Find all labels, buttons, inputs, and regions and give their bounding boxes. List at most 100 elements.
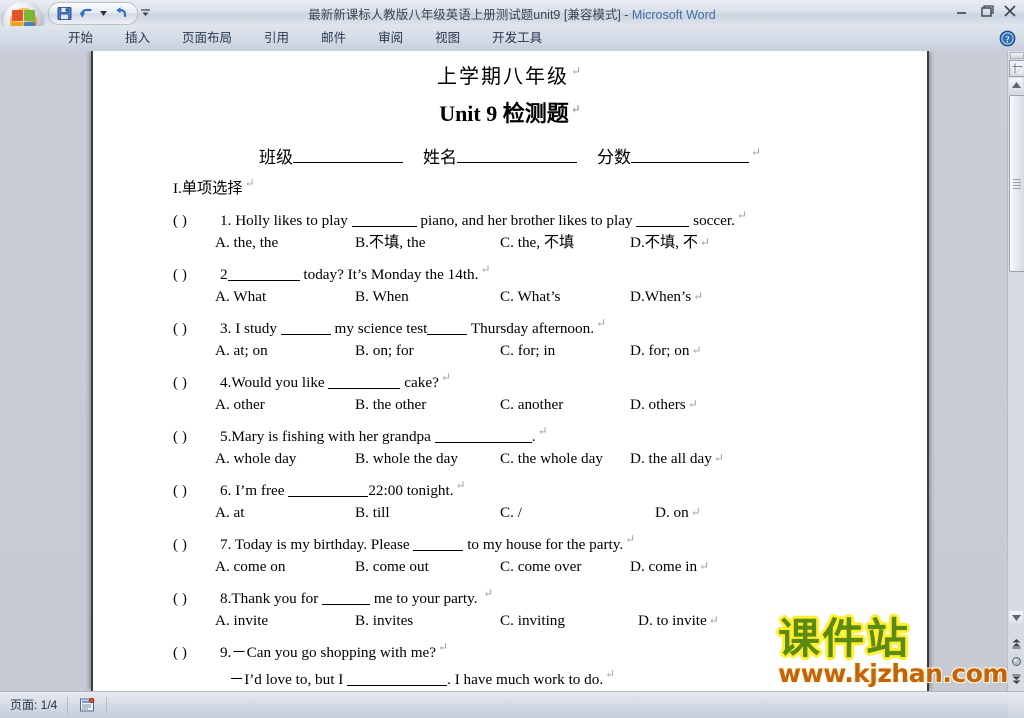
pilcrow-mark: ↵: [713, 451, 724, 466]
answer-blank: [351, 213, 417, 228]
resize-grip[interactable]: [1008, 692, 1024, 718]
answer-blank: [280, 321, 331, 336]
pilcrow-mark: ↵: [687, 397, 698, 412]
answer-bracket[interactable]: ( ): [173, 207, 220, 234]
question-options: A. other B. the other C. another D. others ↵: [173, 391, 913, 418]
vertical-scrollbar[interactable]: [1007, 51, 1024, 691]
question-stem: ( ) 1. Holly likes to play piano, and her…: [173, 202, 913, 229]
quick-access-toolbar: [48, 2, 138, 25]
pilcrow-mark: ↵: [736, 208, 747, 223]
scroll-up-button[interactable]: [1009, 78, 1023, 92]
option-b: B. whole the day: [355, 450, 458, 468]
pilcrow-mark: ↵: [750, 145, 762, 160]
option-d: D. to invite: [638, 612, 707, 630]
previous-page-button[interactable]: [1009, 636, 1023, 651]
tab-page-layout[interactable]: 页面布局: [166, 26, 248, 51]
option-c: C. /: [500, 504, 522, 522]
tab-home[interactable]: 开始: [52, 26, 109, 51]
document-canvas[interactable]: 上学期八年级 ↵ Unit 9 检测题 ↵ 班级 姓名 分数 ↵ I.单项选择 …: [0, 51, 1008, 691]
tab-developer[interactable]: 开发工具: [476, 26, 558, 51]
answer-bracket[interactable]: ( ): [173, 531, 220, 558]
question-answer-line: －I’d love to, but I . I have much work t…: [229, 667, 616, 689]
undo-dropdown-icon[interactable]: [99, 5, 107, 22]
ribbon-tabs: 开始 插入 页面布局 引用 邮件 审阅 视图 开发工具: [52, 26, 558, 51]
option-b: B. When: [355, 288, 409, 306]
window-title-app: Microsoft Word: [631, 8, 716, 22]
option-a: A. invite: [215, 612, 269, 630]
select-browse-object-button[interactable]: [1009, 654, 1023, 669]
option-d: D. others: [630, 396, 686, 414]
answer-bracket[interactable]: ( ): [173, 315, 220, 342]
option-b: B. come out: [355, 558, 429, 576]
answer-bracket[interactable]: ( ): [173, 639, 220, 666]
question-stem: ( ) 5.Mary is fishing with her grandpa . ↵: [173, 418, 913, 445]
pilcrow-mark: ↵: [244, 176, 255, 190]
option-b: B. on; for: [355, 342, 414, 360]
question-list: I.单项选择 ↵ ( ) 1. Holly likes to play piano,…: [173, 176, 913, 688]
option-a: A. whole day: [215, 450, 297, 468]
restore-button[interactable]: [977, 3, 994, 18]
view-ruler-icon[interactable]: [1009, 60, 1024, 77]
scroll-down-button[interactable]: [1009, 611, 1023, 625]
answer-blank: [288, 483, 369, 498]
option-c: C. the, 不填: [500, 234, 575, 252]
tab-insert[interactable]: 插入: [109, 26, 166, 51]
tab-view[interactable]: 视图: [419, 26, 476, 51]
close-button[interactable]: [1001, 3, 1018, 18]
next-page-button[interactable]: [1009, 672, 1023, 687]
minimize-button[interactable]: [953, 3, 970, 18]
answer-blank: [328, 375, 401, 390]
pilcrow-mark: ↵: [625, 532, 636, 547]
redo-icon[interactable]: [111, 5, 129, 22]
option-a: A. come on: [215, 558, 286, 576]
status-filler: [107, 692, 1008, 718]
option-c: C. What’s: [500, 288, 561, 306]
undo-icon[interactable]: [77, 5, 95, 22]
option-c: C. the whole day: [500, 450, 603, 468]
pilcrow-mark: ↵: [537, 424, 548, 439]
status-page-number[interactable]: 页面: 1/4: [0, 692, 67, 718]
save-icon[interactable]: [55, 5, 73, 22]
option-b: B. till: [355, 504, 390, 522]
help-icon[interactable]: ?: [999, 30, 1016, 47]
window-title-separator: -: [620, 8, 632, 22]
doc-info-row: 班级 姓名 分数 ↵: [93, 143, 927, 168]
document-page[interactable]: 上学期八年级 ↵ Unit 9 检测题 ↵ 班级 姓名 分数 ↵ I.单项选择 …: [91, 51, 929, 691]
option-d: D.不填, 不: [630, 234, 698, 252]
option-d: D. on: [655, 504, 689, 522]
tab-references[interactable]: 引用: [248, 26, 305, 51]
tab-review[interactable]: 审阅: [362, 26, 419, 51]
question-stem: ( ) 9.－Can you go shopping with me? ↵: [173, 634, 913, 661]
pilcrow-mark: ↵: [570, 101, 581, 116]
split-window-handle[interactable]: [1010, 52, 1024, 59]
answer-bracket[interactable]: ( ): [173, 369, 220, 396]
question-stem: ( ) 3. I study my science test Thursday a…: [173, 310, 913, 337]
tab-mailings[interactable]: 邮件: [305, 26, 362, 51]
option-c: C. inviting: [500, 612, 565, 630]
customize-quick-access-icon[interactable]: [137, 4, 153, 21]
svg-text:?: ?: [1005, 35, 1010, 45]
status-proofing[interactable]: [68, 692, 106, 718]
answer-blank: [227, 267, 300, 282]
proofing-icon: [78, 697, 96, 713]
answer-bracket[interactable]: ( ): [173, 423, 220, 450]
answer-bracket[interactable]: ( ): [173, 585, 220, 612]
answer-bracket[interactable]: ( ): [173, 477, 220, 504]
option-c: C. come over: [500, 558, 582, 576]
pilcrow-mark: ↵: [690, 505, 701, 520]
pilcrow-mark: ↵: [570, 64, 584, 79]
question-stem: ( ) 2 today? It’s Monday the 14th. ↵: [173, 256, 913, 283]
option-c: C. for; in: [500, 342, 556, 360]
pilcrow-mark: ↵: [483, 586, 494, 601]
answer-blank: [427, 321, 468, 336]
field-name: 姓名: [423, 143, 577, 168]
scrollbar-thumb[interactable]: [1009, 95, 1024, 272]
field-score: 分数 ↵: [596, 145, 762, 167]
option-a: A. the, the: [215, 234, 279, 252]
question-options: A. What B. When C. What’s D.When’s ↵: [173, 283, 913, 310]
option-d: D. for; on: [630, 342, 690, 360]
answer-bracket[interactable]: ( ): [173, 261, 220, 288]
document-content: 上学期八年级 ↵ Unit 9 检测题 ↵ 班级 姓名 分数 ↵ I.单项选择 …: [93, 51, 927, 691]
pilcrow-mark: ↵: [708, 613, 719, 628]
pilcrow-mark: ↵: [596, 316, 607, 331]
